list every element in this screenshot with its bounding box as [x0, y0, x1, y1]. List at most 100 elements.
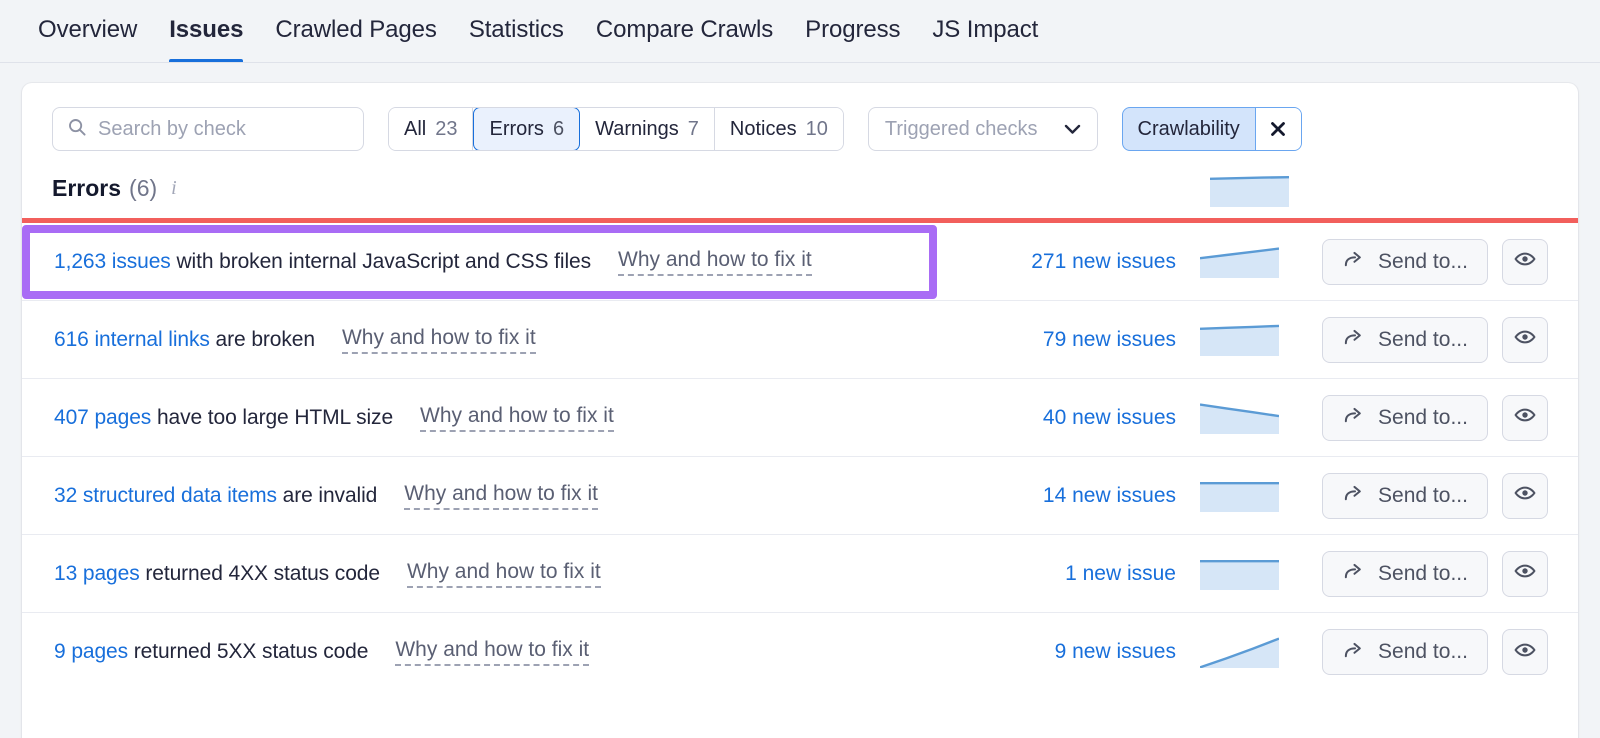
- issue-count-link[interactable]: 32 structured data items: [54, 484, 277, 507]
- share-arrow-icon: [1342, 247, 1365, 276]
- issue-rest-text: returned 5XX status code: [128, 640, 369, 663]
- send-to-label: Send to...: [1378, 405, 1468, 429]
- tab-list: Overview Issues Crawled Pages Statistics Com…: [22, 0, 1054, 63]
- header-sparkline: [1209, 175, 1290, 212]
- tab-issues[interactable]: Issues: [153, 0, 259, 63]
- share-arrow-icon: [1342, 403, 1365, 432]
- send-to-button[interactable]: Send to...: [1322, 238, 1488, 285]
- new-issues-link[interactable]: 40 new issues: [961, 406, 1176, 430]
- issue-rest-text: returned 4XX status code: [139, 561, 380, 585]
- table-row[interactable]: 407 pages have too large HTML size Why an…: [22, 379, 1578, 457]
- issue-description: 616 internal links are broken: [54, 328, 315, 352]
- info-icon[interactable]: i: [171, 177, 177, 200]
- new-issues-link[interactable]: 9 new issues: [961, 640, 1176, 664]
- toggle-visibility-button[interactable]: [1502, 316, 1548, 363]
- issue-sparkline: [1176, 402, 1302, 434]
- tab-crawled-pages[interactable]: Crawled Pages: [259, 0, 452, 63]
- eye-icon: [1513, 247, 1537, 276]
- send-to-label: Send to...: [1378, 561, 1468, 585]
- new-issues-link[interactable]: 1 new issue: [961, 562, 1176, 586]
- filter-label: Warnings: [595, 117, 679, 140]
- search-icon: [67, 117, 87, 142]
- share-arrow-icon: [1342, 638, 1365, 667]
- issue-count-link[interactable]: 407 pages: [54, 406, 151, 429]
- crawlability-filter-chip[interactable]: Crawlability: [1121, 107, 1302, 151]
- issue-count-link[interactable]: 1,263 issues: [54, 250, 171, 273]
- issue-count-link[interactable]: 13 pages: [54, 562, 140, 585]
- tab-statistics[interactable]: Statistics: [453, 0, 580, 63]
- filter-label: Notices: [729, 117, 797, 140]
- eye-icon: [1513, 325, 1537, 354]
- filter-bar: All 23 Errors 6 Warnings 7 Notices 10 Triggered…: [22, 83, 1578, 161]
- close-icon[interactable]: [1254, 108, 1301, 150]
- triggered-checks-dropdown[interactable]: Triggered checks: [867, 107, 1098, 151]
- why-and-how-to-fix-it-link[interactable]: Why and how to fix it: [395, 638, 590, 666]
- send-to-button[interactable]: Send to...: [1322, 550, 1488, 597]
- new-issues-link[interactable]: 14 new issues: [961, 484, 1176, 508]
- why-and-how-to-fix-it-link[interactable]: Why and how to fix it: [618, 248, 812, 276]
- issue-sparkline: [1176, 480, 1302, 512]
- issue-sparkline: [1176, 246, 1302, 278]
- why-and-how-to-fix-it-link[interactable]: Why and how to fix it: [404, 482, 598, 510]
- why-and-how-to-fix-it-link[interactable]: Why and how to fix it: [341, 326, 536, 354]
- new-issues-link[interactable]: 271 new issues: [961, 250, 1176, 274]
- chip-label: Crawlability: [1137, 117, 1240, 140]
- toggle-visibility-button[interactable]: [1502, 550, 1548, 597]
- send-to-button[interactable]: Send to...: [1322, 394, 1488, 441]
- tab-progress[interactable]: Progress: [789, 0, 916, 63]
- issue-sparkline: [1176, 558, 1302, 590]
- eye-icon: [1513, 559, 1537, 588]
- toggle-visibility-button[interactable]: [1502, 394, 1548, 441]
- filter-errors[interactable]: Errors 6: [473, 108, 581, 150]
- toggle-visibility-button[interactable]: [1502, 629, 1548, 675]
- filter-count: 10: [805, 117, 828, 140]
- eye-icon: [1513, 638, 1537, 667]
- issue-count-link[interactable]: 9 pages: [54, 640, 128, 663]
- eye-icon: [1513, 403, 1537, 432]
- why-and-how-to-fix-it-link[interactable]: Why and how to fix it: [420, 404, 614, 432]
- share-arrow-icon: [1342, 325, 1365, 354]
- triggered-checks-label: Triggered checks: [884, 117, 1038, 140]
- filter-label: All: [404, 117, 427, 140]
- table-row[interactable]: 9 pages returned 5XX status code Why and …: [22, 613, 1578, 691]
- table-row[interactable]: 616 internal links are broken Why and how…: [22, 301, 1578, 379]
- search-box[interactable]: [52, 107, 364, 151]
- eye-icon: [1513, 481, 1537, 510]
- tab-compare-crawls[interactable]: Compare Crawls: [580, 0, 789, 63]
- errors-count: (6): [129, 175, 158, 201]
- send-to-button[interactable]: Send to...: [1322, 629, 1488, 675]
- tab-overview[interactable]: Overview: [22, 0, 153, 63]
- issues-card: All 23 Errors 6 Warnings 7 Notices 10 Triggered…: [22, 83, 1578, 738]
- send-to-button[interactable]: Send to...: [1322, 316, 1488, 363]
- issue-rest-text: have too large HTML size: [151, 405, 394, 429]
- filter-count: 23: [435, 117, 458, 140]
- toggle-visibility-button[interactable]: [1502, 238, 1548, 285]
- share-arrow-icon: [1342, 559, 1365, 588]
- issue-description: 13 pages returned 4XX status code: [54, 562, 380, 586]
- filter-notices[interactable]: Notices 10: [714, 108, 843, 150]
- filter-warnings[interactable]: Warnings 7: [580, 108, 715, 150]
- table-row[interactable]: 13 pages returned 4XX status code Why and…: [22, 535, 1578, 613]
- tab-js-impact[interactable]: JS Impact: [916, 0, 1054, 63]
- errors-section-header: Errors (6) i: [22, 161, 1578, 218]
- send-to-label: Send to...: [1378, 327, 1468, 351]
- filter-all[interactable]: All 23: [389, 108, 474, 150]
- send-to-button[interactable]: Send to...: [1322, 472, 1488, 519]
- table-row[interactable]: 32 structured data items are invalid Why …: [22, 457, 1578, 535]
- main-tabbar: Overview Issues Crawled Pages Statistics Com…: [0, 0, 1600, 63]
- filter-label: Errors: [489, 117, 544, 140]
- issue-count-link[interactable]: 616 internal links: [54, 328, 210, 351]
- table-row[interactable]: 1,263 issues with broken internal JavaSc…: [22, 223, 1578, 301]
- issues-list: 1,263 issues with broken internal JavaSc…: [22, 218, 1578, 691]
- issue-rest-text: are invalid: [276, 483, 378, 507]
- search-input[interactable]: [98, 117, 349, 141]
- share-arrow-icon: [1342, 481, 1365, 510]
- issue-description: 1,263 issues with broken internal JavaSc…: [54, 250, 591, 274]
- issue-description: 407 pages have too large HTML size: [54, 406, 393, 430]
- send-to-label: Send to...: [1378, 249, 1468, 273]
- why-and-how-to-fix-it-link[interactable]: Why and how to fix it: [406, 560, 601, 588]
- issue-sparkline: [1176, 324, 1302, 356]
- new-issues-link[interactable]: 79 new issues: [961, 328, 1176, 352]
- issue-rest-text: are broken: [209, 327, 316, 351]
- toggle-visibility-button[interactable]: [1502, 472, 1548, 519]
